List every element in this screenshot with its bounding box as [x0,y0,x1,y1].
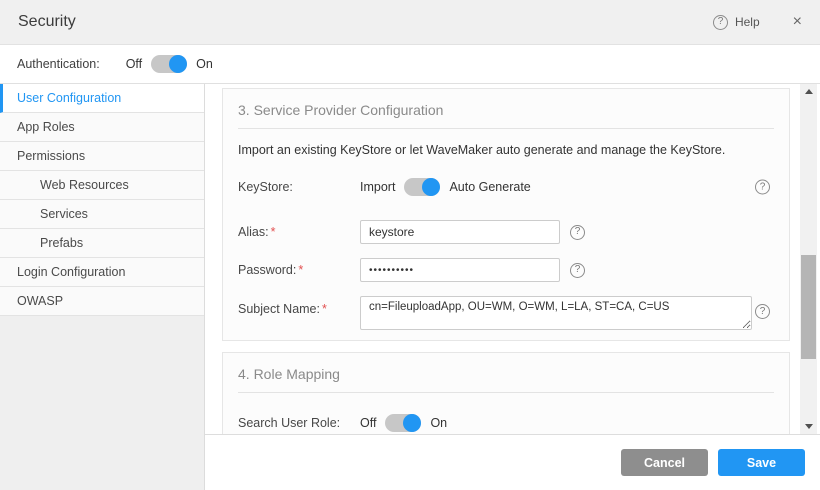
toggle-knob [169,55,187,73]
save-button[interactable]: Save [718,449,805,476]
sidebar-item-app-roles[interactable]: App Roles [0,113,204,142]
password-help-icon[interactable]: ? [570,263,585,278]
search-user-role-toggle[interactable] [385,414,421,432]
footer-actions: Cancel Save [205,434,820,490]
keystore-label: KeyStore: [238,180,360,194]
subject-name-textarea[interactable]: cn=FileuploadApp, OU=WM, O=WM, L=LA, ST=… [360,296,752,330]
role-mapping-section: 4. Role Mapping Search User Role: Off On [222,352,790,434]
sidebar: User Configuration App Roles Permissions… [0,84,205,490]
alias-label: Alias:* [238,225,360,239]
section-title: 3. Service Provider Configuration [238,102,774,129]
password-row: Password:* ? [238,258,774,282]
keystore-help-icon[interactable]: ? [755,180,770,195]
authentication-toggle[interactable] [151,55,187,73]
authentication-label: Authentication: [17,57,100,71]
page-title: Security [18,13,76,31]
scroll-up-arrow-icon[interactable] [800,84,817,99]
search-role-on-label: On [430,416,447,430]
search-role-off-label: Off [360,416,376,430]
cancel-button[interactable]: Cancel [621,449,708,476]
required-marker: * [298,263,303,277]
sidebar-item-login-configuration[interactable]: Login Configuration [0,258,204,287]
toggle-knob [403,414,421,432]
required-marker: * [271,225,276,239]
vertical-scrollbar[interactable] [800,84,817,434]
sidebar-item-user-configuration[interactable]: User Configuration [0,84,204,113]
content-scroll-area: 3. Service Provider Configuration Import… [206,84,800,434]
sidebar-item-services[interactable]: Services [0,200,204,229]
authentication-bar: Authentication: Off On [0,45,820,84]
keystore-row: KeyStore: Import Auto Generate ? [238,178,774,196]
search-user-role-label: Search User Role: [238,416,360,430]
password-label: Password:* [238,263,360,277]
section-title: 4. Role Mapping [238,366,774,393]
keystore-import-label: Import [360,180,395,194]
alias-row: Alias:* ? [238,220,774,244]
scroll-down-arrow-icon[interactable] [800,419,817,434]
help-link[interactable]: Help [735,15,760,29]
password-input[interactable] [360,258,560,282]
alias-help-icon[interactable]: ? [570,225,585,240]
subject-name-label: Subject Name:* [238,302,360,316]
section-description: Import an existing KeyStore or let WaveM… [238,143,774,157]
service-provider-configuration-section: 3. Service Provider Configuration Import… [222,88,790,341]
keystore-toggle[interactable] [404,178,440,196]
auth-on-label: On [196,57,213,71]
subject-name-help-icon[interactable]: ? [755,304,770,319]
help-icon[interactable]: ? [713,15,728,30]
alias-input[interactable] [360,220,560,244]
keystore-autogenerate-label: Auto Generate [449,180,530,194]
sidebar-item-prefabs[interactable]: Prefabs [0,229,204,258]
search-user-role-row: Search User Role: Off On [238,414,774,432]
sidebar-item-permissions[interactable]: Permissions [0,142,204,171]
toggle-knob [422,178,440,196]
subject-name-row: Subject Name:* cn=FileuploadApp, OU=WM, … [238,296,774,330]
sidebar-item-web-resources[interactable]: Web Resources [0,171,204,200]
auth-off-label: Off [126,57,142,71]
scrollbar-thumb[interactable] [801,255,816,359]
sidebar-item-owasp[interactable]: OWASP [0,287,204,316]
required-marker: * [322,302,327,316]
titlebar: Security ? Help × [0,0,820,45]
close-icon[interactable]: × [793,14,802,30]
security-dialog: Security ? Help × Authentication: Off On… [0,0,820,490]
